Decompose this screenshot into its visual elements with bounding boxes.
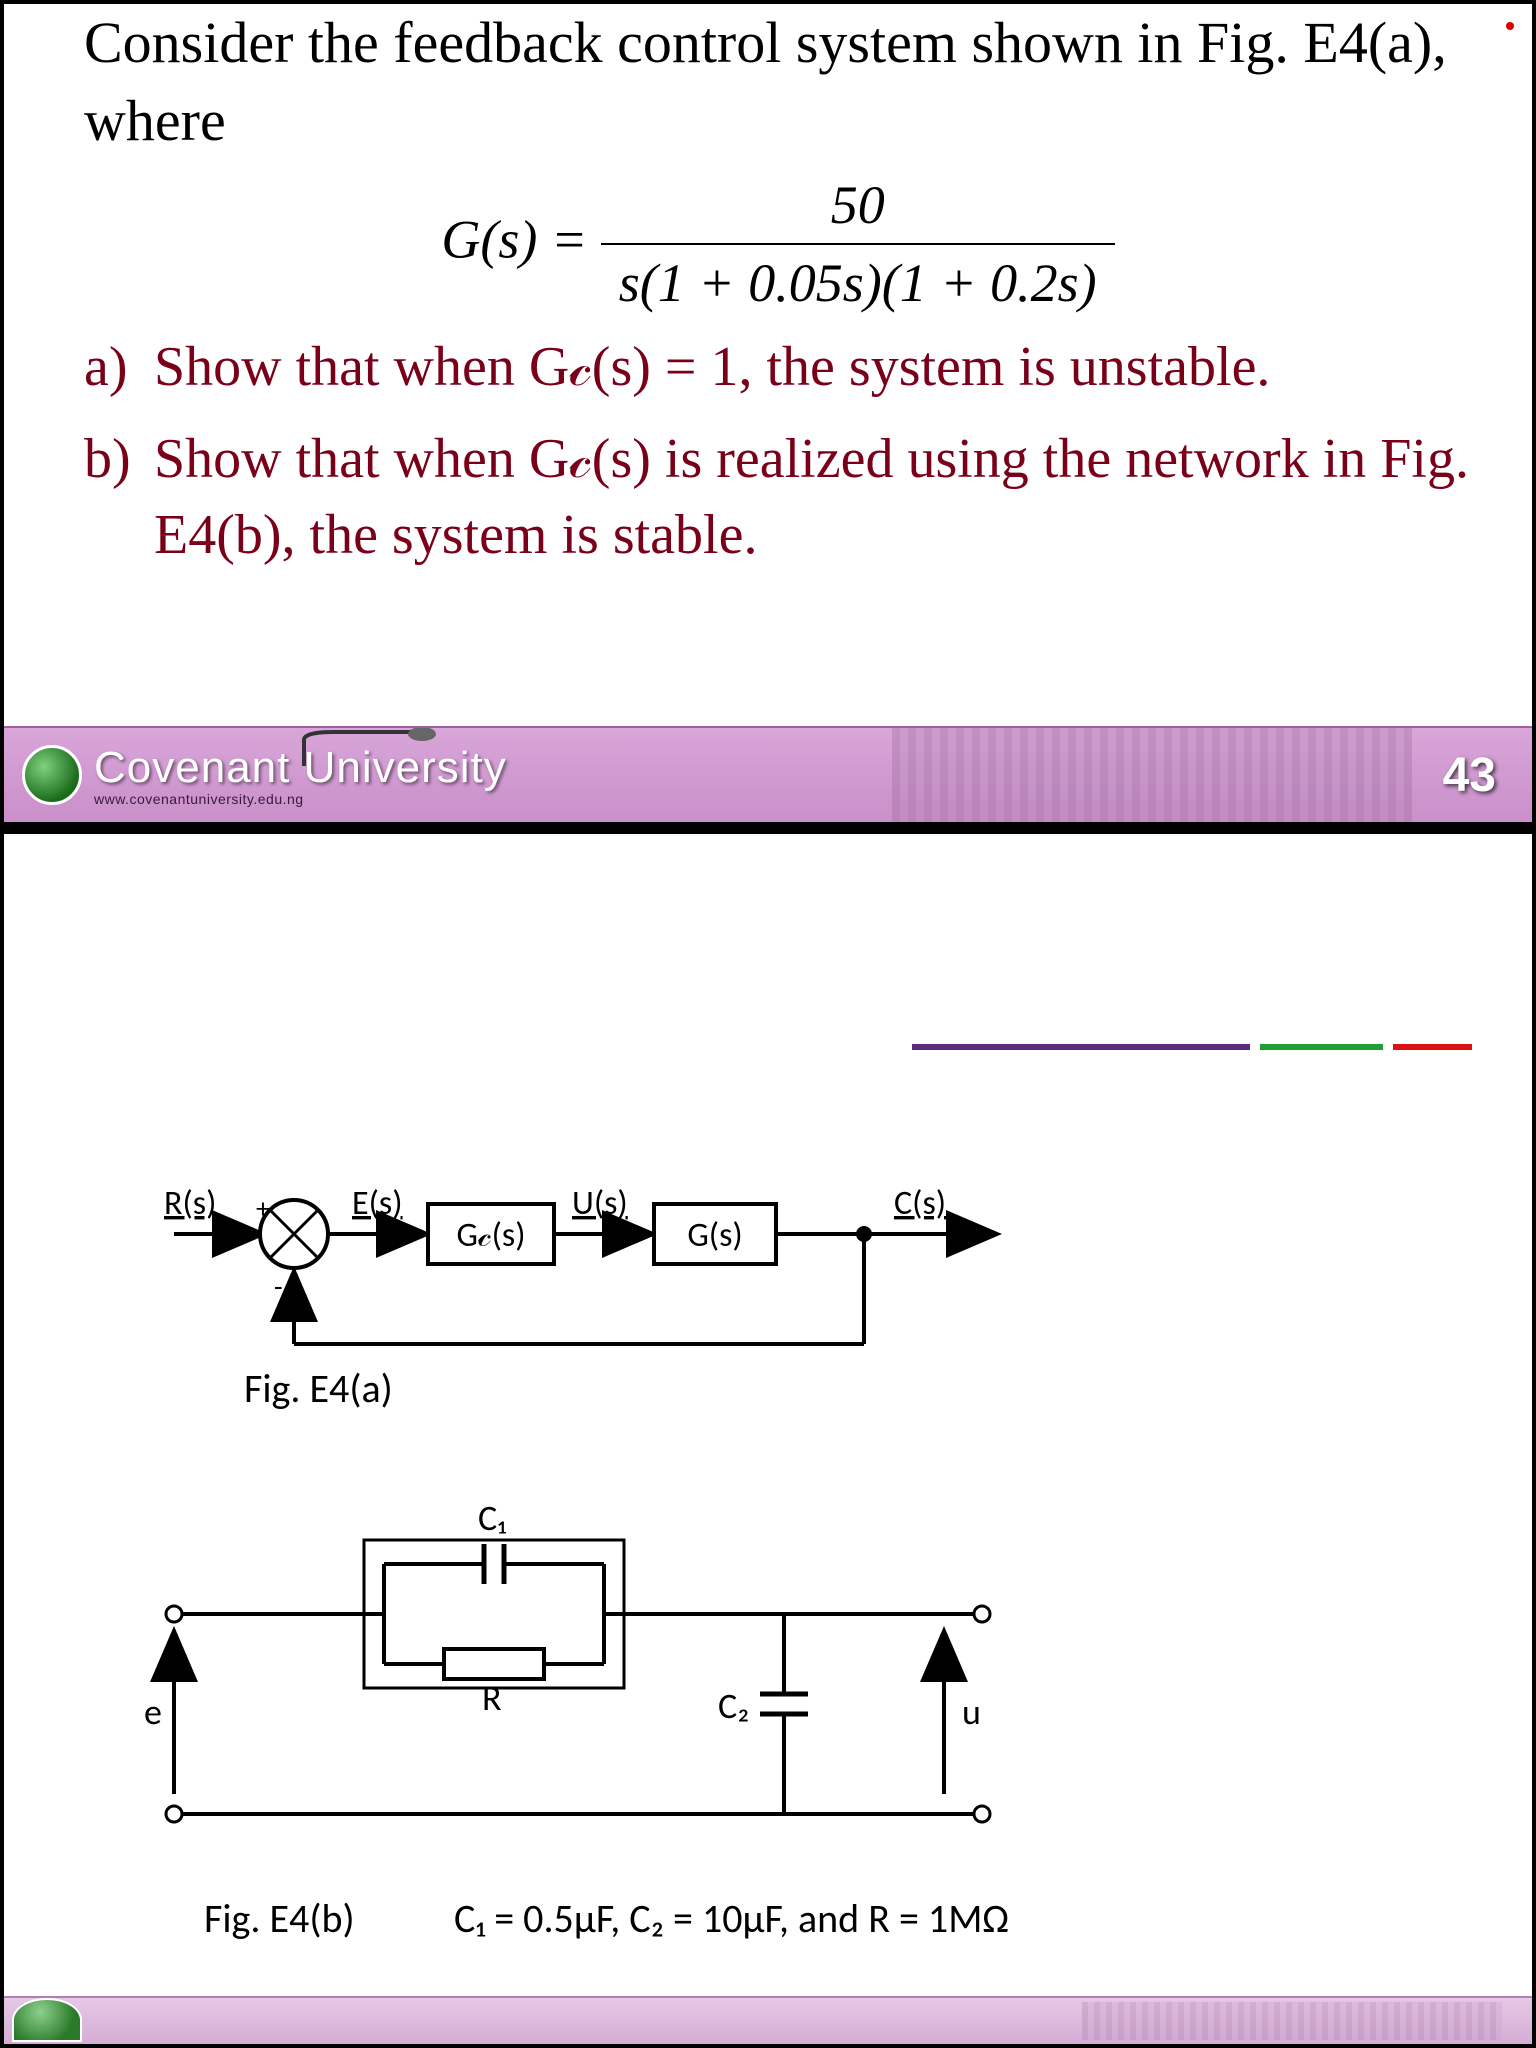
problem-statement: Consider the feedback control system sho… — [4, 4, 1532, 573]
label-minus: - — [274, 1269, 283, 1304]
caption-fig-a: Fig. E4(a) — [244, 1364, 393, 1413]
label-u: u — [962, 1690, 981, 1734]
label-E: E(s) — [352, 1183, 403, 1224]
label-plus: + — [256, 1191, 270, 1226]
globe-icon-small — [12, 1998, 82, 2042]
part-b: b) Show that when G𝒸(s) is realized usin… — [84, 422, 1472, 573]
university-url: www.covenantuniversity.edu.ng — [94, 791, 507, 807]
eq-denominator: s(1 + 0.05s)(1 + 0.2s) — [601, 245, 1115, 320]
label-G: G(s) — [687, 1215, 742, 1256]
globe-icon — [22, 745, 82, 805]
label-C1: C₁ — [478, 1496, 506, 1540]
label-R: R — [482, 1676, 502, 1720]
caption-fig-b: Fig. E4(b) — [204, 1894, 355, 1943]
component-values: C₁ = 0.5µF, C₂ = 10µF, and R = 1MΩ — [454, 1894, 1009, 1943]
label-Gc: G𝒸(s) — [456, 1215, 525, 1256]
rule-red — [1393, 1044, 1472, 1050]
red-dot — [1506, 22, 1514, 30]
part-b-text: Show that when G𝒸(s) is realized using t… — [154, 422, 1472, 573]
rule-purple — [912, 1044, 1250, 1050]
label-e: e — [144, 1690, 162, 1734]
part-a-label: a) — [84, 330, 154, 406]
label-C: C(s) — [894, 1183, 946, 1224]
label-U: U(s) — [572, 1183, 628, 1224]
streetlamp-icon — [294, 726, 494, 766]
slide-top: Consider the feedback control system sho… — [0, 0, 1536, 826]
label-R: R(s) — [164, 1183, 216, 1224]
page-number: 43 — [1443, 748, 1496, 803]
intro-text: Consider the feedback control system sho… — [84, 4, 1472, 161]
eq-numerator: 50 — [601, 169, 1115, 246]
circuit-diagram-b: e C₁ R C₂ u — [144, 1494, 1044, 1874]
part-a-text: Show that when G𝒸(s) = 1, the system is … — [154, 330, 1472, 406]
block-diagram-a: R(s) + - E(s) G𝒸(s) U(s) G(s) C(s) — [164, 1164, 1064, 1384]
slide2-footer — [4, 1996, 1532, 2044]
eq-fraction: 50 s(1 + 0.05s)(1 + 0.2s) — [601, 169, 1115, 321]
slide-bottom: R(s) + - E(s) G𝒸(s) U(s) G(s) C(s) Fig. … — [0, 826, 1536, 2048]
label-C2: C₂ — [718, 1684, 749, 1728]
slide1-footer: Covenant University www.covenantuniversi… — [4, 726, 1532, 822]
transfer-function-equation: G(s) = 50 s(1 + 0.05s)(1 + 0.2s) — [84, 169, 1472, 321]
part-b-label: b) — [84, 422, 154, 573]
header-rule — [912, 1044, 1472, 1050]
part-a: a) Show that when G𝒸(s) = 1, the system … — [84, 330, 1472, 406]
eq-lhs: G(s) = — [441, 209, 587, 269]
rule-green — [1260, 1044, 1384, 1050]
